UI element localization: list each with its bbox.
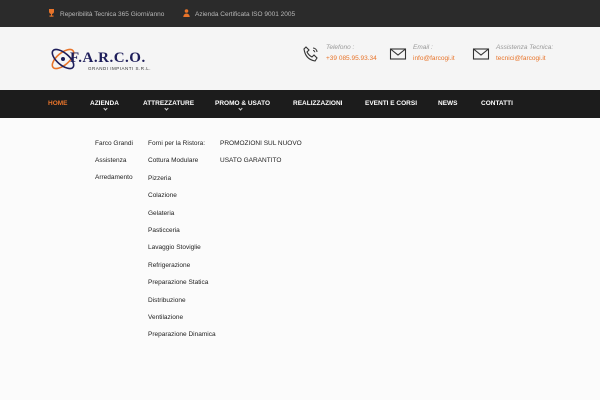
topbar-text: Reperibilità Tecnica 365 Giorni/anno [60,10,165,18]
chevron-down-icon [238,106,243,111]
envelope-icon [472,48,490,60]
submenu-item[interactable]: Colazione [148,191,216,208]
submenu-attrezzature: Forni per la Ristora: Cottura Modulare P… [148,139,216,348]
envelope-icon [389,48,407,60]
logo-subtitle: GRANDI IMPIANTI S.R.L. [88,66,152,71]
trophy-icon [48,9,55,19]
submenu-item[interactable]: Lavaggio Stoviglie [148,243,216,260]
nav-realizzazioni[interactable]: REALIZZAZIONI [293,100,342,107]
submenu-item[interactable]: Refrigerazione [148,261,216,278]
submenu-item[interactable]: Gelateria [148,209,216,226]
submenu-item[interactable]: Assistenza [95,156,133,173]
submenu-item[interactable]: Forni per la Ristora: [148,139,216,156]
contact-phone: Telefono : +39 085.95.93.34 [302,43,377,65]
chevron-down-icon [164,106,169,111]
submenu-item[interactable]: PROMOZIONI SUL NUOVO [220,139,302,156]
nav-attrezzature[interactable]: ATTREZZATURE [143,100,194,107]
submenu-item[interactable]: Farco Grandi [95,139,133,156]
submenu-item[interactable]: Pizzeria [148,174,216,191]
logo-text: F.A.R.C.O. [70,50,146,66]
contact-label: Telefono : [326,44,355,51]
submenu-item[interactable]: USATO GARANTITO [220,156,302,173]
contact-assistance: Assistenza Tecnica: tecnici@farcogi.it [472,43,553,65]
submenu-promo: PROMOZIONI SUL NUOVO USATO GARANTITO [220,139,302,173]
topbar-item-availability: Reperibilità Tecnica 365 Giorni/anno [48,9,164,19]
nav-contatti[interactable]: CONTATTI [481,100,513,107]
phone-link[interactable]: +39 085.95.93.34 [326,53,377,65]
submenu-item[interactable]: Arredamento [95,173,133,190]
submenu-item[interactable]: Pasticceria [148,226,216,243]
top-info-bar: Reperibilità Tecnica 365 Giorni/anno Azi… [0,0,600,27]
page-content: Farco Grandi Assistenza Arredamento Forn… [0,118,600,400]
assistance-email-link[interactable]: tecnici@farcogi.it [496,53,553,65]
company-logo[interactable]: F.A.R.C.O. GRANDI IMPIANTI S.R.L. [48,41,178,77]
user-icon [183,9,190,19]
contact-label: Email : [413,44,433,51]
main-navigation: HOME AZIENDA ATTREZZATURE PROMO & USATO … [0,90,600,118]
nav-home[interactable]: HOME [48,100,68,107]
topbar-item-certification: Azienda Certificata ISO 9001 2005 [183,9,295,19]
contact-label: Assistenza Tecnica: [496,44,554,51]
phone-icon [303,46,318,62]
submenu-azienda: Farco Grandi Assistenza Arredamento [95,139,133,190]
nav-eventi-corsi[interactable]: EVENTI E CORSI [365,100,417,107]
submenu-item[interactable]: Distribuzione [148,296,216,313]
chevron-down-icon [103,106,108,111]
topbar-text: Azienda Certificata ISO 9001 2005 [195,10,296,18]
nav-promo-usato[interactable]: PROMO & USATO [215,100,270,107]
contact-email: Email : info@farcogi.it [389,43,455,65]
submenu-item[interactable]: Preparazione Dinamica [148,330,216,347]
submenu-item[interactable]: Ventilazione [148,313,216,330]
submenu-item[interactable]: Cottura Modulare [148,156,216,173]
nav-news[interactable]: NEWS [438,100,458,107]
site-header: F.A.R.C.O. GRANDI IMPIANTI S.R.L. Telefo… [0,27,600,90]
submenu-item[interactable]: Preparazione Statica [148,278,216,295]
email-link[interactable]: info@farcogi.it [413,53,455,65]
